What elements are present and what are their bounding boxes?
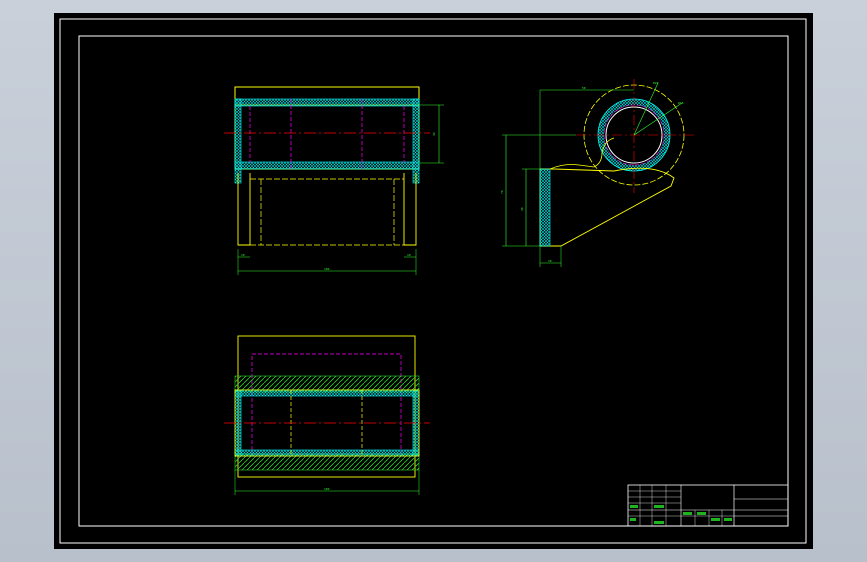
side-dim-top: 50	[582, 86, 586, 90]
title-block	[627, 484, 789, 527]
front-dim-wall-left: 10	[241, 253, 245, 257]
side-view: 50 70 40 10 R20 R15	[500, 79, 694, 267]
front-dim-wall-right: 10	[407, 253, 411, 257]
bracket-body	[539, 167, 675, 247]
drawing-sheet: 30 100 10 10 50 70 40 10 R20 R15 100	[54, 13, 813, 549]
top-dim-width: 100	[324, 487, 330, 491]
front-section-bottom	[234, 161, 420, 170]
top-view: 100	[224, 335, 430, 495]
side-dim-radius-outer: R20	[653, 81, 659, 85]
front-dim-height: 30	[432, 132, 436, 136]
side-dim-height-inner: 40	[520, 207, 524, 211]
outer-border	[59, 18, 807, 544]
side-dim-height-total: 70	[500, 190, 504, 194]
side-dim-base: 10	[548, 259, 552, 263]
front-view: 30 100 10 10	[224, 86, 444, 275]
front-section-top	[234, 98, 420, 107]
front-dim-width: 100	[324, 267, 330, 271]
cad-drawing: 30 100 10 10 50 70 40 10 R20 R15 100	[59, 18, 807, 544]
side-dim-radius-inner: R15	[678, 101, 684, 105]
inner-border	[78, 35, 789, 527]
